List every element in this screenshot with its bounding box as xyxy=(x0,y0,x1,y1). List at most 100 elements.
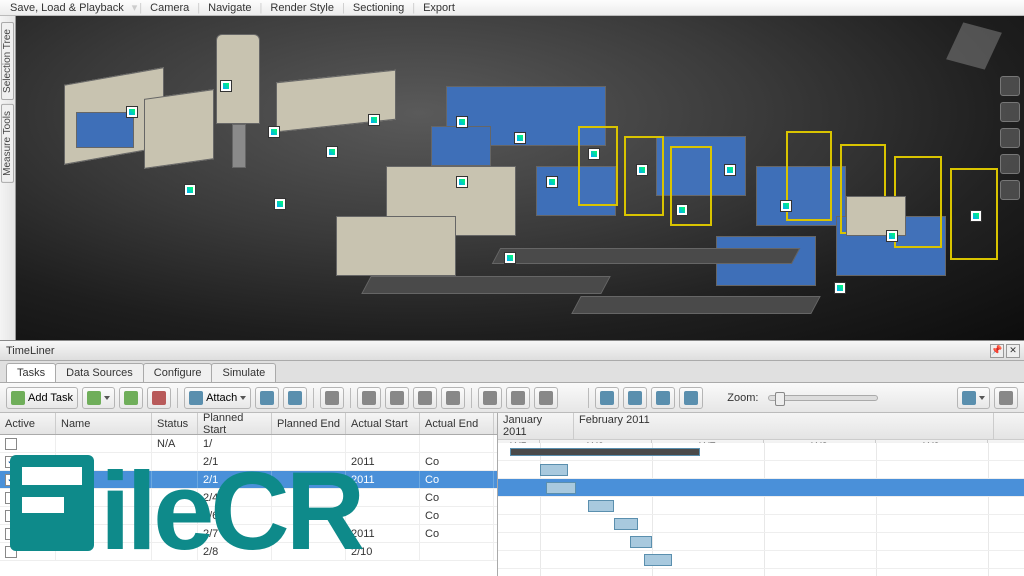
viewpoint-tag-icon[interactable] xyxy=(184,184,196,196)
viewport-3d[interactable] xyxy=(16,16,1024,340)
viewpoint-tag-icon[interactable] xyxy=(126,106,138,118)
panel-close-icon[interactable]: ✕ xyxy=(1006,344,1020,358)
active-checkbox[interactable] xyxy=(5,438,17,450)
find-button[interactable] xyxy=(320,387,344,409)
viewpoint-tag-icon[interactable] xyxy=(504,252,516,264)
gantt-row[interactable] xyxy=(498,443,1024,461)
panel-titlebar[interactable]: TimeLiner 📌 ✕ xyxy=(0,341,1024,361)
table-row[interactable]: ✓2/12011Co xyxy=(0,471,497,489)
settings-button[interactable] xyxy=(994,387,1018,409)
viewpoint-tag-icon[interactable] xyxy=(724,164,736,176)
viewpoint-tag-icon[interactable] xyxy=(886,230,898,242)
rules-button[interactable] xyxy=(534,387,558,409)
col-planned-start[interactable]: Planned Start xyxy=(198,413,272,434)
viewpoint-tag-icon[interactable] xyxy=(456,176,468,188)
viewpoint-tag-icon[interactable] xyxy=(636,164,648,176)
col-actual-end[interactable]: Actual End xyxy=(420,413,494,434)
col-name[interactable]: Name xyxy=(56,413,152,434)
viewpoint-tag-icon[interactable] xyxy=(326,146,338,158)
timeliner-tabs: TasksData SourcesConfigureSimulate xyxy=(0,361,1024,383)
table-row[interactable]: 2/72011Co xyxy=(0,525,497,543)
menu-sectioning[interactable]: Sectioning xyxy=(347,2,410,14)
table-row[interactable]: 2/82/10 xyxy=(0,543,497,561)
menu-render-style[interactable]: Render Style xyxy=(264,2,340,14)
gantt-row[interactable] xyxy=(498,533,1024,551)
viewpoint-tag-icon[interactable] xyxy=(676,204,688,216)
active-checkbox[interactable] xyxy=(5,492,17,504)
tab-configure[interactable]: Configure xyxy=(143,363,213,382)
indent-button[interactable] xyxy=(413,387,437,409)
viewpoint-tag-icon[interactable] xyxy=(970,210,982,222)
table-row[interactable]: ✓L2/12011Co xyxy=(0,453,497,471)
export-button[interactable] xyxy=(957,387,990,409)
tab-measure-tools[interactable]: Measure Tools xyxy=(1,104,14,183)
active-checkbox[interactable]: ✓ xyxy=(5,474,17,486)
gantt-month: January 2011 xyxy=(498,413,574,439)
secondary-menubar: Save, Load & Playback ▾| Camera| Navigat… xyxy=(0,0,1024,16)
viewpoint-tag-icon[interactable] xyxy=(456,116,468,128)
zoom-thumb[interactable] xyxy=(775,392,785,406)
menu-export[interactable]: Export xyxy=(417,2,461,14)
attach-button[interactable]: Attach xyxy=(184,387,251,409)
col-planned-end[interactable]: Planned End xyxy=(272,413,346,434)
viewpoint-tag-icon[interactable] xyxy=(220,80,232,92)
tab-selection-tree[interactable]: Selection Tree xyxy=(1,22,14,100)
gantt-row[interactable] xyxy=(498,479,1024,497)
view-gantt-button[interactable] xyxy=(595,387,619,409)
gantt-bar[interactable] xyxy=(540,464,568,476)
active-checkbox[interactable] xyxy=(5,528,17,540)
view-combined-button[interactable] xyxy=(679,387,703,409)
col-status[interactable]: Status xyxy=(152,413,198,434)
grid-area: Active Name Status Planned Start Planned… xyxy=(0,413,1024,576)
menu-save-load[interactable]: Save, Load & Playback xyxy=(4,2,130,14)
gantt-bar[interactable] xyxy=(546,482,576,494)
table-row[interactable]: 2/6Co xyxy=(0,507,497,525)
table-row[interactable]: N/A1/ xyxy=(0,435,497,453)
tab-tasks[interactable]: Tasks xyxy=(6,363,56,382)
gantt-bar[interactable] xyxy=(644,554,672,566)
attach-sel-button[interactable] xyxy=(255,387,279,409)
gantt-row[interactable] xyxy=(498,515,1024,533)
tab-data-sources[interactable]: Data Sources xyxy=(55,363,144,382)
panel-pin-icon[interactable]: 📌 xyxy=(990,344,1004,358)
add-task-button[interactable]: Add Task xyxy=(6,387,78,409)
menu-camera[interactable]: Camera xyxy=(144,2,195,14)
gantt-row[interactable] xyxy=(498,497,1024,515)
viewpoint-tag-icon[interactable] xyxy=(368,114,380,126)
viewpoint-tag-icon[interactable] xyxy=(834,282,846,294)
gantt-row[interactable] xyxy=(498,551,1024,569)
main-area: Selection Tree Measure Tools xyxy=(0,16,1024,340)
gantt-bar[interactable] xyxy=(510,448,700,456)
viewpoint-tag-icon[interactable] xyxy=(274,198,286,210)
view-planned-button[interactable] xyxy=(623,387,647,409)
auto-add-button[interactable] xyxy=(119,387,143,409)
col-actual-start[interactable]: Actual Start xyxy=(346,413,420,434)
tab-simulate[interactable]: Simulate xyxy=(211,363,276,382)
viewpoint-tag-icon[interactable] xyxy=(268,126,280,138)
col-active[interactable]: Active xyxy=(0,413,56,434)
active-checkbox[interactable] xyxy=(5,546,17,558)
insert-task-button[interactable] xyxy=(82,387,115,409)
viewpoint-tag-icon[interactable] xyxy=(546,176,558,188)
viewpoint-tag-icon[interactable] xyxy=(780,200,792,212)
move-up-button[interactable] xyxy=(357,387,381,409)
move-down-button[interactable] xyxy=(385,387,409,409)
gantt-body[interactable] xyxy=(498,443,1024,576)
active-checkbox[interactable]: ✓ xyxy=(5,456,17,468)
delete-task-button[interactable] xyxy=(147,387,171,409)
viewpoint-tag-icon[interactable] xyxy=(514,132,526,144)
active-checkbox[interactable] xyxy=(5,510,17,522)
table-row[interactable]: 2/4Co xyxy=(0,489,497,507)
filter-button[interactable] xyxy=(506,387,530,409)
gantt-bar[interactable] xyxy=(588,500,614,512)
view-actual-button[interactable] xyxy=(651,387,675,409)
outdent-button[interactable] xyxy=(441,387,465,409)
columns-button[interactable] xyxy=(478,387,502,409)
gantt-bar[interactable] xyxy=(630,536,652,548)
viewpoint-tag-icon[interactable] xyxy=(588,148,600,160)
menu-navigate[interactable]: Navigate xyxy=(202,2,257,14)
zoom-slider[interactable] xyxy=(768,395,878,401)
gantt-row[interactable] xyxy=(498,461,1024,479)
gantt-bar[interactable] xyxy=(614,518,638,530)
clear-attach-button[interactable] xyxy=(283,387,307,409)
